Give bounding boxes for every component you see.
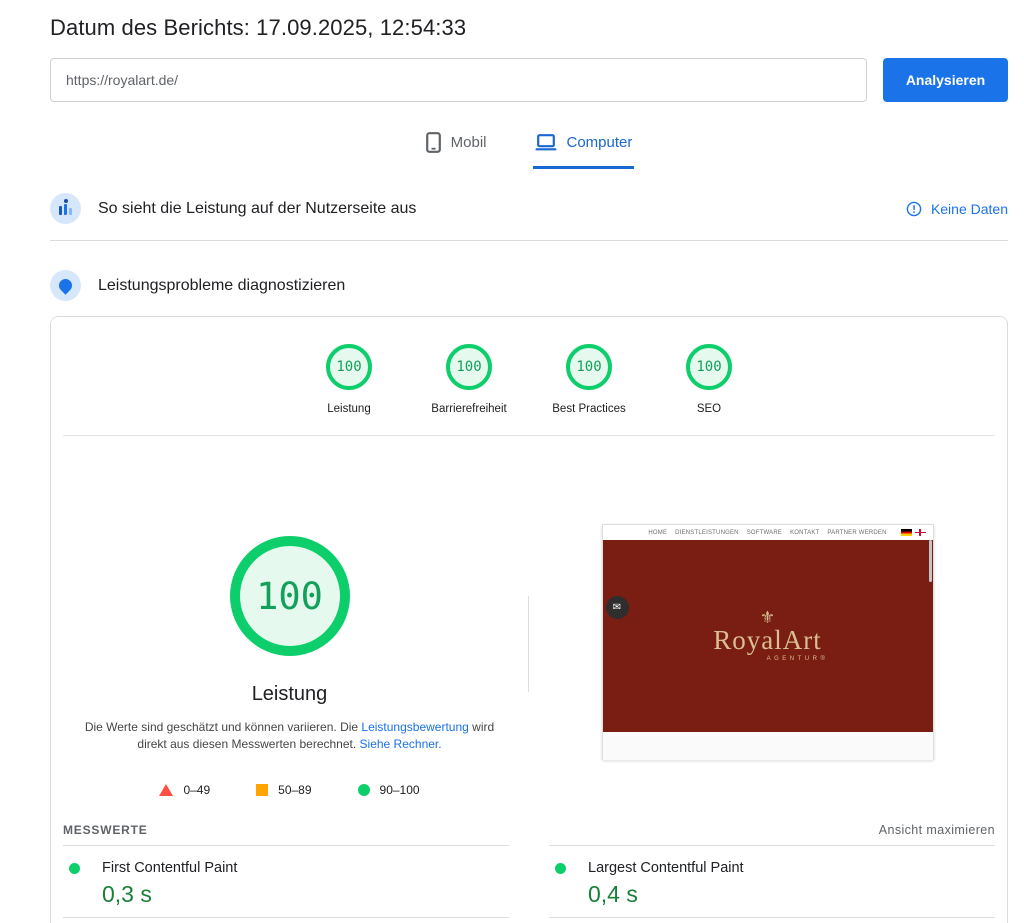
performance-overview: 100 Leistung Die Werte sind geschätzt un… xyxy=(51,436,1007,797)
tab-mobile[interactable]: Mobil xyxy=(424,126,489,169)
analyze-button[interactable]: Analysieren xyxy=(883,58,1008,102)
section-divider xyxy=(50,240,1008,241)
score-seo[interactable]: 100 SEO xyxy=(649,344,769,415)
score-performance[interactable]: 100 Leistung xyxy=(289,344,409,415)
legend-range: 90–100 xyxy=(379,783,420,797)
legend-average: 50–89 xyxy=(256,783,312,797)
tab-desktop-label: Computer xyxy=(566,134,633,151)
gauge-column: 100 Leistung Die Werte sind geschätzt un… xyxy=(51,436,528,797)
uk-flag-icon xyxy=(914,529,926,536)
field-data-title: So sieht die Leistung auf der Nutzerseit… xyxy=(98,199,417,217)
site-nav-item: HOME xyxy=(648,529,668,536)
site-nav-item: KONTAKT xyxy=(790,529,820,536)
metrics-header: MESSWERTE Ansicht maximieren xyxy=(63,823,995,837)
legend-fail: 0–49 xyxy=(159,783,210,797)
search-bar: Analysieren xyxy=(50,58,1008,102)
desktop-computer-icon xyxy=(535,134,557,151)
diagnose-compass-icon xyxy=(50,270,81,301)
screenshot-column: HOME DIENSTLEISTUNGEN SOFTWARE KONTAKT P… xyxy=(528,436,1007,797)
green-metric-dot-icon xyxy=(555,862,566,874)
disclaimer-text: Die Werte sind geschätzt und können vari… xyxy=(84,720,362,734)
score-label: Barrierefreiheit xyxy=(431,403,507,415)
site-nav-item: SOFTWARE xyxy=(746,529,783,536)
tab-mobile-label: Mobil xyxy=(450,134,487,151)
device-tabs: Mobil Computer xyxy=(50,126,1008,169)
metric-fcp: First Contentful Paint 0,3 s xyxy=(63,845,509,918)
mail-icon: ✉ xyxy=(605,596,629,619)
legend-pass: 90–100 xyxy=(357,783,420,797)
metrics-grid: First Contentful Paint 0,3 s Largest Con… xyxy=(63,845,995,918)
no-data-label: Keine Daten xyxy=(930,200,1008,217)
site-screenshot: HOME DIENSTLEISTUNGEN SOFTWARE KONTAKT P… xyxy=(601,524,934,760)
maximize-view-link[interactable]: Ansicht maximieren xyxy=(879,823,995,837)
language-flags xyxy=(900,529,926,536)
site-logo-text: RoyalArt xyxy=(713,624,822,655)
score-disclaimer: Die Werte sind geschätzt und können vari… xyxy=(78,719,502,753)
legend-range: 0–49 xyxy=(183,783,211,797)
legend-range: 50–89 xyxy=(278,783,312,797)
orange-square-icon xyxy=(256,784,269,796)
site-hero: ⚜ RoyalArt AGENTUR® ✉ xyxy=(602,540,933,732)
red-triangle-icon xyxy=(159,784,174,796)
user-metrics-icon xyxy=(50,193,81,224)
info-icon xyxy=(906,201,922,217)
field-data-section-header: So sieht die Leistung auf der Nutzerseit… xyxy=(50,193,1008,226)
page-container: Datum des Berichts: 17.09.2025, 12:54:33… xyxy=(50,0,1008,923)
report-card: 100 Leistung 100 Barrierefreiheit 100 Be… xyxy=(50,316,1008,923)
metric-value: 0,4 s xyxy=(588,881,638,907)
green-circle-icon xyxy=(357,784,370,796)
vertical-divider xyxy=(528,596,529,692)
report-date: Datum des Berichts: 17.09.2025, 12:54:33 xyxy=(50,15,467,40)
category-scores: 100 Leistung 100 Barrierefreiheit 100 Be… xyxy=(51,317,1007,415)
metric-name: Largest Contentful Paint xyxy=(588,860,744,876)
calculator-link[interactable]: Siehe Rechner. xyxy=(360,737,442,751)
thumbnail-scrollbar xyxy=(928,540,932,582)
score-label: Leistung xyxy=(327,403,371,415)
scoring-link[interactable]: Leistungsbewertung xyxy=(361,720,468,734)
gauge-label: Leistung xyxy=(251,683,328,705)
score-circle: 100 xyxy=(686,344,732,390)
site-nav-item: DIENSTLEISTUNGEN xyxy=(675,529,739,536)
score-circle: 100 xyxy=(566,344,612,390)
green-metric-dot-icon xyxy=(69,862,80,874)
score-accessibility[interactable]: 100 Barrierefreiheit xyxy=(409,344,529,415)
score-label: Best Practices xyxy=(552,403,626,415)
diagnose-section-header: Leistungsprobleme diagnostizieren xyxy=(50,270,1008,303)
score-label: SEO xyxy=(696,403,722,415)
site-footer xyxy=(602,732,933,760)
site-nav-item: PARTNER WERDEN xyxy=(827,529,887,536)
fleur-de-lis-icon: ⚜ xyxy=(759,607,776,627)
site-logo-subtext: AGENTUR® xyxy=(766,655,829,662)
no-data-link[interactable]: Keine Daten xyxy=(906,201,1008,217)
score-circle: 100 xyxy=(446,344,492,390)
german-flag-icon xyxy=(900,529,912,536)
site-nav: HOME DIENSTLEISTUNGEN SOFTWARE KONTAKT P… xyxy=(602,525,933,540)
diagnose-title: Leistungsprobleme diagnostizieren xyxy=(98,276,346,294)
mobile-phone-icon xyxy=(425,132,441,153)
score-circle: 100 xyxy=(326,344,372,390)
score-best-practices[interactable]: 100 Best Practices xyxy=(529,344,649,415)
metric-lcp: Largest Contentful Paint 0,4 s xyxy=(549,845,995,918)
url-input[interactable] xyxy=(50,58,867,102)
metrics-heading: MESSWERTE xyxy=(63,823,148,837)
metric-value: 0,3 s xyxy=(102,881,152,907)
score-legend: 0–49 50–89 90–100 xyxy=(51,783,528,797)
metric-name: First Contentful Paint xyxy=(102,860,238,876)
performance-gauge: 100 xyxy=(229,536,350,656)
tab-desktop[interactable]: Computer xyxy=(532,126,635,169)
